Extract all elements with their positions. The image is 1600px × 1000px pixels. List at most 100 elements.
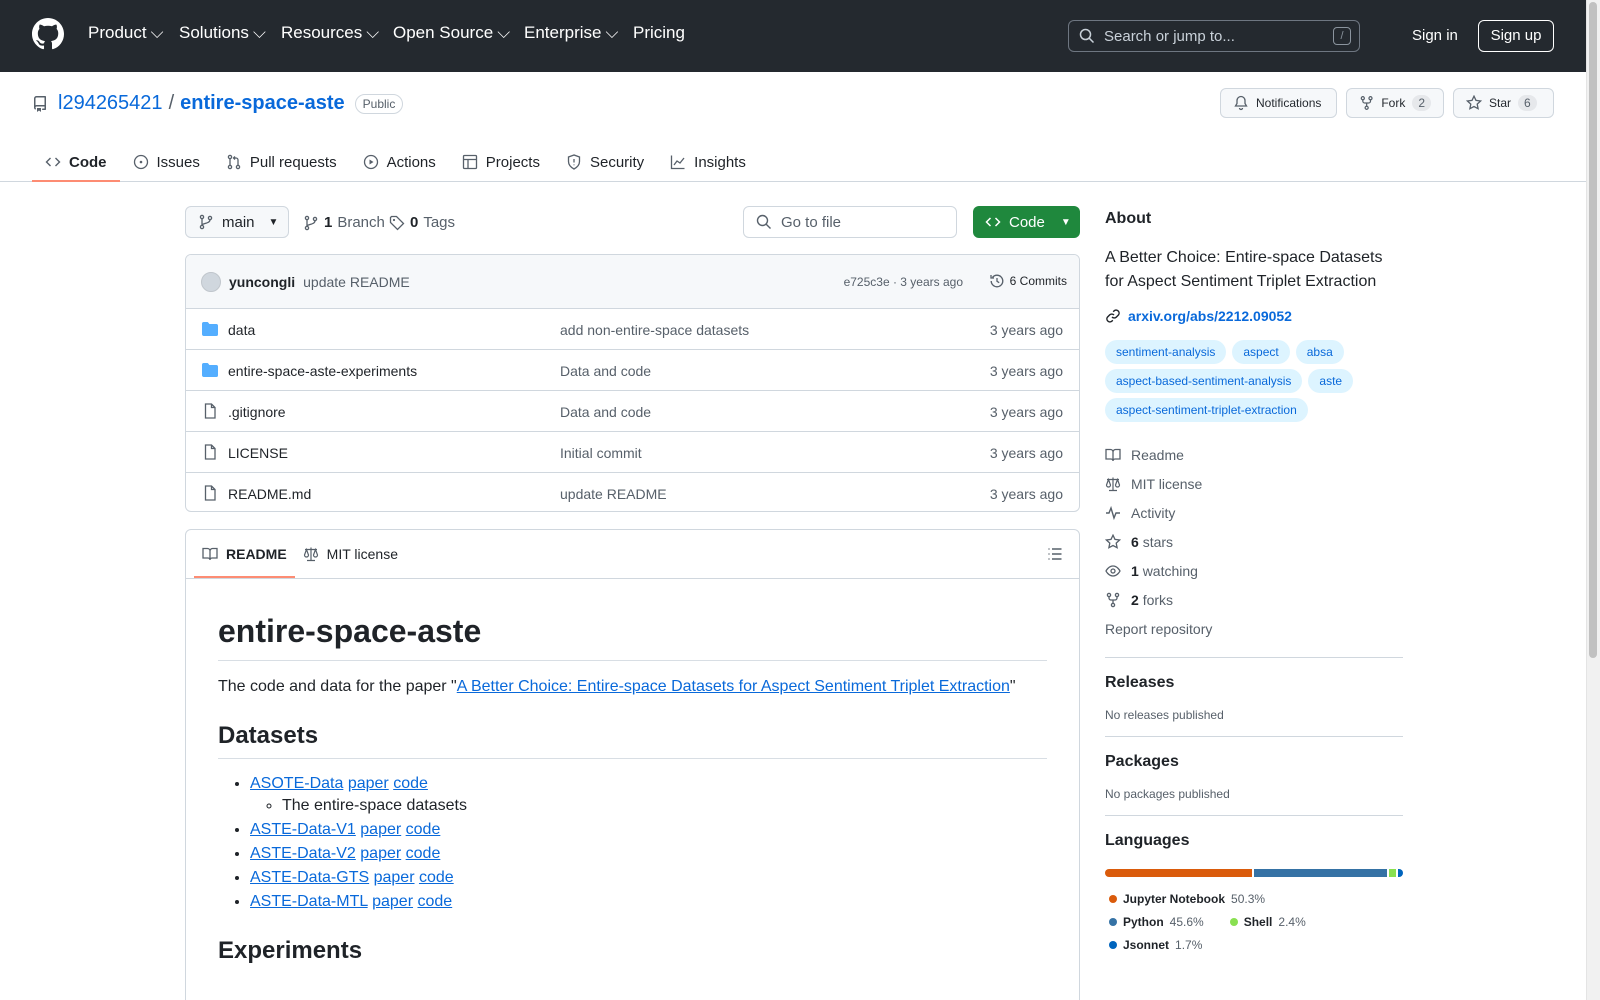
homepage-link[interactable]: arxiv.org/abs/2212.09052 bbox=[1105, 308, 1403, 324]
file-commit-message[interactable]: Initial commit bbox=[560, 445, 642, 461]
dataset-code-link[interactable]: code bbox=[419, 869, 454, 886]
chevron-down-icon: ⌵ bbox=[150, 23, 164, 42]
go-to-file-input[interactable]: Go to file bbox=[743, 206, 957, 238]
tab-security[interactable]: Security bbox=[553, 142, 657, 182]
license-link[interactable]: MIT license bbox=[1105, 469, 1403, 498]
topic-tag[interactable]: aspect-based-sentiment-analysis bbox=[1105, 369, 1303, 393]
tags-link[interactable]: 0 Tags bbox=[389, 214, 455, 231]
tab-projects[interactable]: Projects bbox=[449, 142, 553, 182]
notifications-button[interactable]: Notifications bbox=[1220, 88, 1337, 118]
file-name-link[interactable]: README.md bbox=[228, 486, 311, 502]
topic-tag[interactable]: sentiment-analysis bbox=[1105, 340, 1227, 364]
forks-link[interactable]: 2 forks bbox=[1105, 585, 1403, 614]
commit-message[interactable]: update README bbox=[303, 274, 410, 290]
file-name-link[interactable]: LICENSE bbox=[228, 445, 288, 461]
commit-author[interactable]: yuncongli bbox=[229, 274, 295, 290]
dataset-link[interactable]: ASTE-Data-MTL bbox=[250, 893, 368, 910]
dataset-code-link[interactable]: code bbox=[417, 893, 452, 910]
topic-tag[interactable]: aspect-sentiment-triplet-extraction bbox=[1105, 398, 1308, 422]
repo-owner-link[interactable]: l294265421 bbox=[58, 92, 163, 115]
commit-hash-time[interactable]: e725c3e · 3 years ago bbox=[844, 275, 963, 289]
dataset-link[interactable]: ASOTE-Data bbox=[250, 775, 343, 792]
paper-link[interactable]: A Better Choice: Entire-space Datasets f… bbox=[457, 678, 1010, 695]
language-item[interactable]: Jupyter Notebook 50.3% bbox=[1105, 887, 1265, 910]
nav-enterprise[interactable]: Enterprise ⌵ bbox=[524, 23, 618, 43]
language-color-dot bbox=[1109, 940, 1117, 949]
dataset-paper-link[interactable]: paper bbox=[348, 775, 389, 792]
code-dropdown-button[interactable]: Code ▼ bbox=[973, 206, 1080, 238]
caret-down-icon: ▼ bbox=[268, 216, 279, 228]
language-item[interactable]: Jsonnet 1.7% bbox=[1105, 933, 1202, 956]
list-item: ASTE-Data-MTL paper code bbox=[250, 893, 1047, 911]
topic-tag[interactable]: aste bbox=[1308, 369, 1354, 393]
dataset-link[interactable]: ASTE-Data-V1 bbox=[250, 821, 356, 838]
packages-heading[interactable]: Packages bbox=[1105, 753, 1403, 771]
nav-open-source[interactable]: Open Source ⌵ bbox=[393, 23, 510, 43]
file-commit-message[interactable]: add non-entire-space datasets bbox=[560, 322, 749, 338]
tab-insights[interactable]: Insights bbox=[657, 142, 759, 182]
file-name-link[interactable]: .gitignore bbox=[228, 404, 286, 420]
report-repository-link[interactable]: Report repository bbox=[1105, 614, 1403, 643]
branch-count: 1 bbox=[324, 214, 333, 231]
dataset-code-link[interactable]: code bbox=[406, 845, 441, 862]
sign-in-link[interactable]: Sign in bbox=[1412, 27, 1458, 44]
sign-up-button[interactable]: Sign up bbox=[1478, 20, 1554, 52]
file-name-link[interactable]: entire-space-aste-experiments bbox=[228, 363, 417, 379]
file-commit-message[interactable]: Data and code bbox=[560, 363, 651, 379]
dataset-paper-link[interactable]: paper bbox=[374, 869, 415, 886]
dataset-paper-link[interactable]: paper bbox=[360, 821, 401, 838]
tab-pull-requests[interactable]: Pull requests bbox=[213, 142, 350, 182]
language-item[interactable]: Python 45.6% bbox=[1105, 910, 1204, 933]
chevron-down-icon: ⌵ bbox=[497, 23, 511, 42]
search-input[interactable]: Search or jump to... / bbox=[1068, 20, 1360, 52]
activity-link[interactable]: Activity bbox=[1105, 498, 1403, 527]
tab-code[interactable]: Code bbox=[32, 142, 120, 182]
fork-button[interactable]: Fork 2 bbox=[1346, 88, 1444, 118]
search-shortcut-badge: / bbox=[1333, 27, 1351, 45]
star-label: Star bbox=[1489, 96, 1512, 110]
repo-tabs: Code Issues Pull requests Actions Projec… bbox=[32, 142, 759, 182]
dataset-link[interactable]: ASTE-Data-V2 bbox=[250, 845, 356, 862]
tab-license[interactable]: MIT license bbox=[295, 530, 406, 578]
repo-name-link[interactable]: entire-space-aste bbox=[180, 92, 345, 115]
github-logo-icon[interactable] bbox=[32, 18, 64, 50]
watchers-link[interactable]: 1 watching bbox=[1105, 556, 1403, 585]
table-row[interactable]: LICENSE Initial commit 3 years ago bbox=[186, 432, 1079, 473]
dataset-link[interactable]: ASTE-Data-GTS bbox=[250, 869, 369, 886]
outline-list-icon[interactable] bbox=[1047, 546, 1063, 562]
branch-selector[interactable]: main ▼ bbox=[185, 206, 289, 238]
tab-actions[interactable]: Actions bbox=[350, 142, 449, 182]
dataset-code-link[interactable]: code bbox=[393, 775, 428, 792]
releases-heading[interactable]: Releases bbox=[1105, 674, 1403, 692]
table-row[interactable]: entire-space-aste-experiments Data and co… bbox=[186, 350, 1079, 391]
file-commit-message[interactable]: Data and code bbox=[560, 404, 651, 420]
table-row[interactable]: README.md update README 3 years ago bbox=[186, 473, 1079, 511]
star-button[interactable]: Star 6 bbox=[1453, 88, 1554, 118]
language-percent: 50.3% bbox=[1231, 891, 1266, 906]
table-row[interactable]: .gitignore Data and code 3 years ago bbox=[186, 391, 1079, 432]
dataset-paper-link[interactable]: paper bbox=[372, 893, 413, 910]
commits-link[interactable]: 6 Commits bbox=[989, 273, 1067, 289]
scrollbar-thumb[interactable] bbox=[1589, 2, 1597, 658]
nav-product[interactable]: Product ⌵ bbox=[88, 23, 163, 43]
avatar[interactable] bbox=[201, 271, 221, 292]
topic-tag[interactable]: aspect bbox=[1232, 340, 1290, 364]
page-scrollbar[interactable] bbox=[1586, 0, 1600, 1000]
branches-link[interactable]: 1 Branch bbox=[303, 214, 385, 231]
dataset-paper-link[interactable]: paper bbox=[360, 845, 401, 862]
readme-link[interactable]: Readme bbox=[1105, 440, 1403, 469]
table-row[interactable]: data add non-entire-space datasets 3 years… bbox=[186, 309, 1079, 350]
language-item[interactable]: Shell 2.4% bbox=[1226, 910, 1306, 933]
nav-resources[interactable]: Resources ⌵ bbox=[281, 23, 379, 43]
list-item: The entire-space datasets bbox=[282, 797, 1047, 815]
nav-solutions[interactable]: Solutions ⌵ bbox=[179, 23, 266, 43]
file-name-link[interactable]: data bbox=[228, 322, 255, 338]
topic-tag[interactable]: absa bbox=[1295, 340, 1344, 364]
languages-section: Languages Jupyter Notebook 50.3% Python 45.… bbox=[1105, 815, 1403, 956]
nav-pricing[interactable]: Pricing bbox=[633, 23, 685, 43]
file-commit-message[interactable]: update README bbox=[560, 486, 667, 502]
tab-issues[interactable]: Issues bbox=[120, 142, 213, 182]
stars-link[interactable]: 6 stars bbox=[1105, 527, 1403, 556]
dataset-code-link[interactable]: code bbox=[406, 821, 441, 838]
tab-readme[interactable]: README bbox=[194, 530, 295, 578]
